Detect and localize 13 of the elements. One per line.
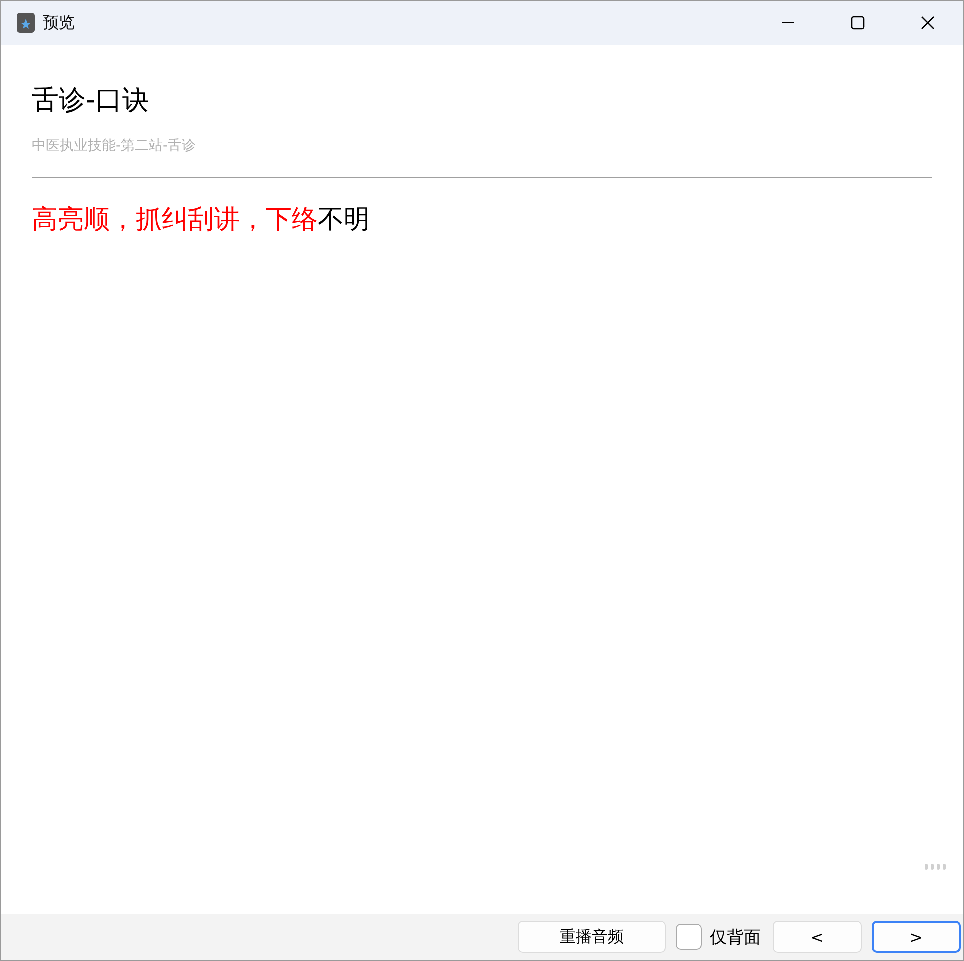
next-button[interactable]: > [872,921,961,953]
card-title: 舌诊-口诀 [32,84,151,118]
back-only-checkbox[interactable] [676,924,702,950]
replay-audio-button[interactable]: 重播音频 [518,921,666,953]
checkbox-label: 仅背面 [710,926,761,948]
window-title: 预览 [43,12,76,34]
app-icon [17,13,35,33]
grip-icon[interactable] [925,864,947,870]
card-subtitle: 中医执业技能-第二站-舌诊 [32,137,198,156]
maximize-icon [851,16,865,30]
mnemonic-text: 高亮顺，抓纠刮讲，下络不明 [32,204,371,237]
close-icon [921,16,935,30]
previous-button[interactable]: < [773,921,862,953]
